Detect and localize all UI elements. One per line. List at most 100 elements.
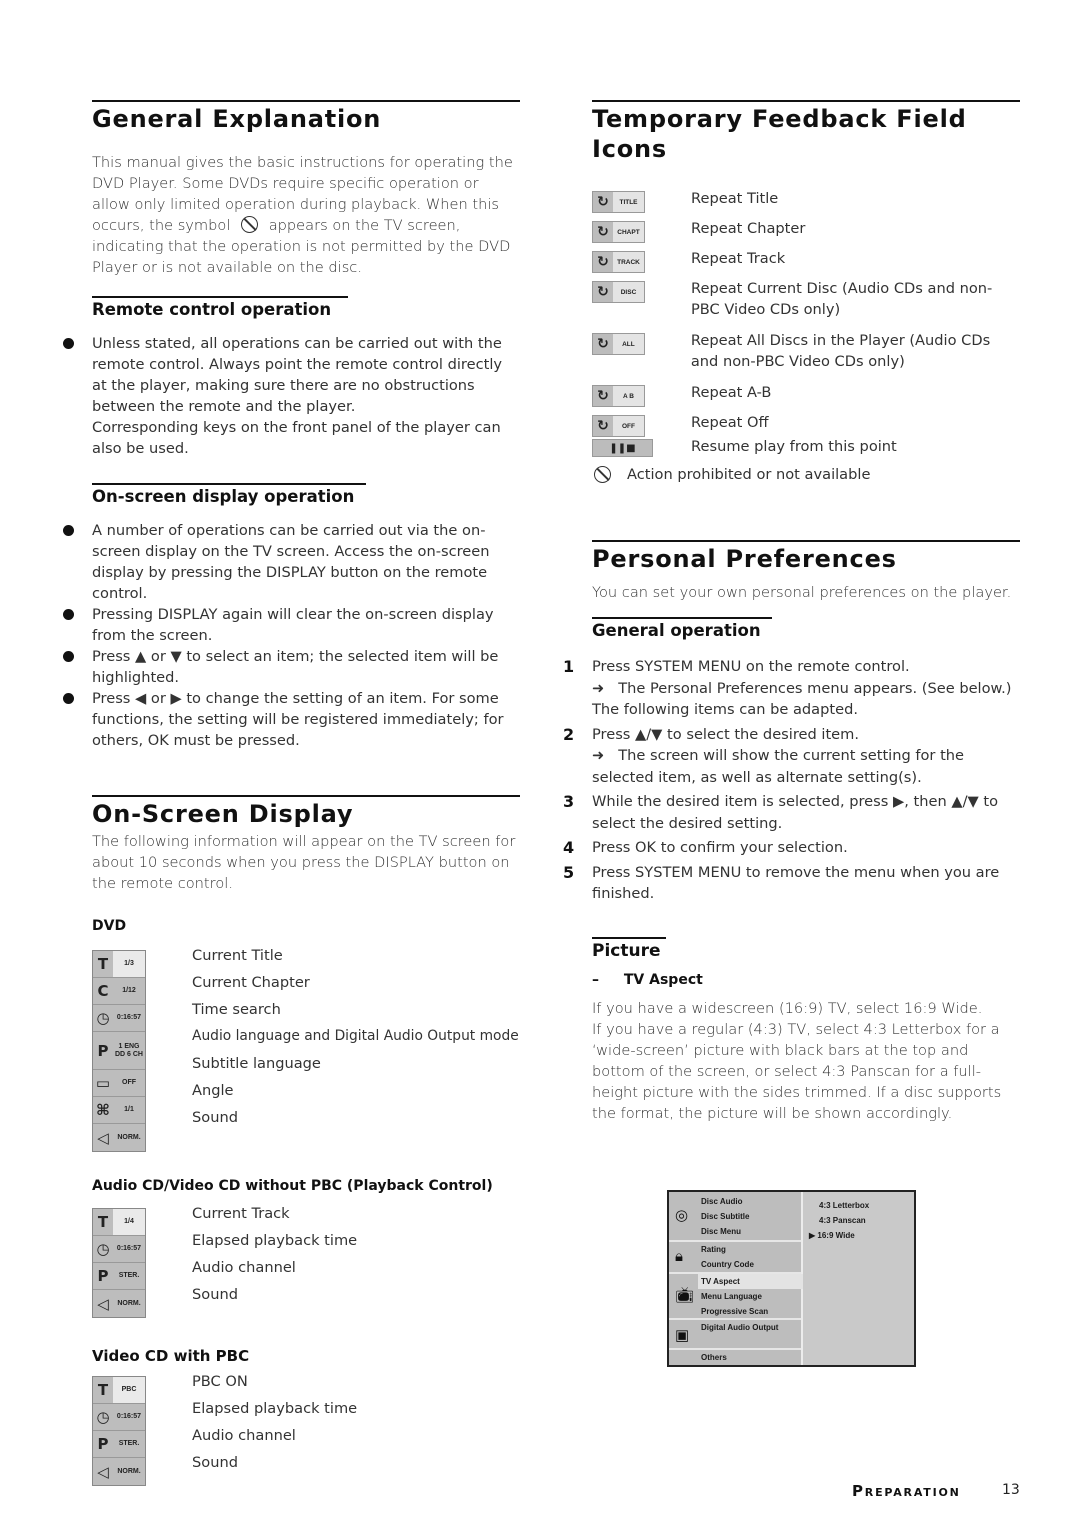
step-item: 2 Press ▲/▼ to select the desired item. … (563, 724, 965, 786)
menu-option-current[interactable]: ▶ 16:9 Wide (803, 1228, 914, 1243)
repeat-icon: ↻ CHAPT (592, 221, 645, 243)
footer-section: Preparation (852, 1482, 961, 1500)
osd-cell: P STER. (93, 1263, 145, 1290)
osd-label: Subtitle language (192, 1055, 321, 1072)
repeat-icon: ↻ DISC (592, 281, 645, 303)
osd-cell: T 1/3 (93, 951, 145, 978)
subtitle-icon: ▭ (95, 1074, 111, 1092)
speaker-icon: ◁ (97, 1462, 109, 1481)
osd-label: Elapsed playback time (192, 1232, 358, 1249)
audio-icon: P (97, 1435, 109, 1453)
osd-label: Sound (192, 1454, 238, 1471)
cd-osd-block: T 1/4 ◷ 0:16:57 P STER. ◁ NORM. Current Trac… (92, 1200, 520, 1318)
osd-label: PBC ON (192, 1373, 248, 1390)
menu-item[interactable]: Rating (701, 1242, 801, 1257)
general-explanation-text: This manual gives the basic instructions… (92, 154, 513, 276)
osd-label: Audio channel (192, 1259, 296, 1276)
list-item: Press ▲ or ▼ to select an item; the sele… (63, 646, 520, 688)
list-item: Press ◀ or ▶ to change the setting of an… (63, 688, 520, 751)
on-screen-display-intro: The following information will appear on… (92, 833, 516, 892)
picture-heading: Picture (592, 936, 666, 962)
menu-item-selected[interactable]: TV Aspect (698, 1274, 803, 1289)
feedback-row: ❚❚■ Resume play from this point (592, 436, 1020, 462)
menu-option[interactable]: 4:3 Panscan (803, 1213, 914, 1228)
repeat-ab-icon: ↻ A B (592, 385, 645, 407)
personal-preferences-heading: Personal Preferences (592, 540, 1020, 574)
right-column: Temporary Feedback Field Icons ↻ TITLE Re… (563, 100, 1020, 1124)
feedback-row: ↻ CHAPT Repeat Chapter (592, 218, 1020, 248)
menu-group-lock: 🔒︎ Rating Country Code (669, 1242, 801, 1274)
osd-operation-heading: On-screen display operation (92, 483, 366, 508)
clock-icon: ◷ (96, 1240, 110, 1258)
feedback-icons-heading: Temporary Feedback Field Icons (592, 100, 1020, 164)
osd-label: Current Title (192, 947, 283, 964)
vcd-osd-block: T PBC ◷ 0:16:57 P STER. ◁ NORM. PBC ON Elaps… (92, 1368, 520, 1486)
remote-control-bullets: Unless stated, all operations can be car… (63, 333, 520, 459)
general-operation-steps: 1 Press SYSTEM MENU on the remote contro… (563, 656, 1020, 905)
osd-cell: ▭ OFF (93, 1070, 145, 1097)
repeat-icon: ↻ OFF (592, 415, 645, 437)
osd-label: Elapsed playback time (192, 1400, 358, 1417)
preferences-menu: ◎ Disc Audio Disc Subtitle Disc Menu 🔒︎ … (667, 1190, 916, 1367)
on-screen-display-heading: On-Screen Display (92, 795, 520, 829)
audio-cd-heading: Audio CD/Video CD without PBC (Playback … (92, 1178, 493, 1194)
menu-option[interactable]: 4:3 Letterbox (803, 1198, 914, 1213)
osd-label: Audio language and Digital Audio Output … (192, 1028, 519, 1044)
title-icon: T (97, 955, 109, 973)
menu-item[interactable]: Others (701, 1350, 801, 1365)
clock-icon: ◷ (96, 1408, 110, 1426)
arrow-icon: ➜ (592, 679, 605, 697)
arrow-icon: ➜ (592, 747, 605, 764)
osd-cell: C 1/12 (93, 978, 145, 1005)
menu-item[interactable]: Country Code (701, 1257, 801, 1272)
osd-cell: T PBC (93, 1377, 145, 1404)
page-number: 13 (1002, 1482, 1020, 1498)
speaker-box-icon: ▣ (675, 1327, 690, 1344)
video-cd-heading: Video CD with PBC (92, 1347, 250, 1365)
feedback-row: ↻ A B Repeat A-B (592, 382, 1020, 412)
osd-operation-bullets: A number of operations can be carried ou… (63, 520, 520, 751)
step-item: 4 Press OK to confirm your selection. (563, 838, 848, 857)
menu-item[interactable]: Disc Subtitle (701, 1209, 801, 1224)
osd-label: Angle (192, 1082, 234, 1099)
general-operation-heading: General operation (592, 617, 772, 642)
menu-item[interactable]: Digital Audio Output (701, 1320, 801, 1335)
left-column: General Explanation This manual gives th… (63, 100, 520, 1486)
osd-cell: P1 ENG DD 6 CH (93, 1032, 145, 1070)
disc-icon: ◎ (675, 1207, 689, 1224)
feedback-row: ↻ DISC Repeat Current Disc (Audio CDs and… (592, 278, 1020, 330)
osd-cell: ◷ 0:16:57 (93, 1236, 145, 1263)
list-item: Pressing DISPLAY again will clear the on… (63, 604, 520, 646)
repeat-icon: ↻ TITLE (592, 191, 645, 213)
speaker-icon: ◁ (97, 1128, 109, 1147)
repeat-icon: ↻ ALL (592, 333, 645, 355)
osd-cell: P STER. (93, 1431, 145, 1458)
menu-group-audio: ▣ Digital Audio Output (669, 1320, 801, 1350)
cd-osd-panel: T 1/4 ◷ 0:16:57 P STER. ◁ NORM. (92, 1208, 146, 1318)
tv-aspect-text-2: If you have a regular (4:3) TV, select 4… (592, 1020, 1002, 1122)
osd-label: Time search (192, 1001, 281, 1018)
lock-icon: 🔒︎ (675, 1248, 683, 1265)
tv-icon: 📺︎ (675, 1287, 695, 1304)
menu-item[interactable]: Disc Menu (701, 1224, 801, 1239)
speaker-icon: ◁ (97, 1294, 109, 1313)
remote-control-heading: Remote control operation (92, 296, 348, 321)
feedback-row: ↻ OFF Repeat Off (592, 412, 1020, 437)
feedback-row: ↻ TITLE Repeat Title (592, 188, 1020, 218)
menu-item[interactable]: Menu Language (701, 1289, 801, 1304)
osd-label: Audio channel (192, 1427, 296, 1444)
audio-icon: P (97, 1267, 109, 1285)
osd-cell: T 1/4 (93, 1209, 145, 1236)
clock-icon: ◷ (96, 1009, 110, 1027)
osd-label: Sound (192, 1109, 238, 1126)
feedback-row: ↻ TRACK Repeat Track (592, 248, 1020, 278)
step-item: 3 While the desired item is selected, pr… (563, 792, 999, 832)
cd-osd-labels: Current Track Elapsed playback time Audi… (192, 1200, 357, 1318)
menu-group-disc: ◎ Disc Audio Disc Subtitle Disc Menu (669, 1192, 801, 1242)
menu-item[interactable]: Disc Audio (701, 1194, 801, 1209)
osd-cell: ◷ 0:16:57 (93, 1404, 145, 1431)
track-icon: T (97, 1213, 109, 1231)
audio-icon: P (97, 1041, 109, 1060)
dvd-heading: DVD (92, 918, 127, 934)
menu-item[interactable]: Progressive Scan (701, 1304, 801, 1319)
